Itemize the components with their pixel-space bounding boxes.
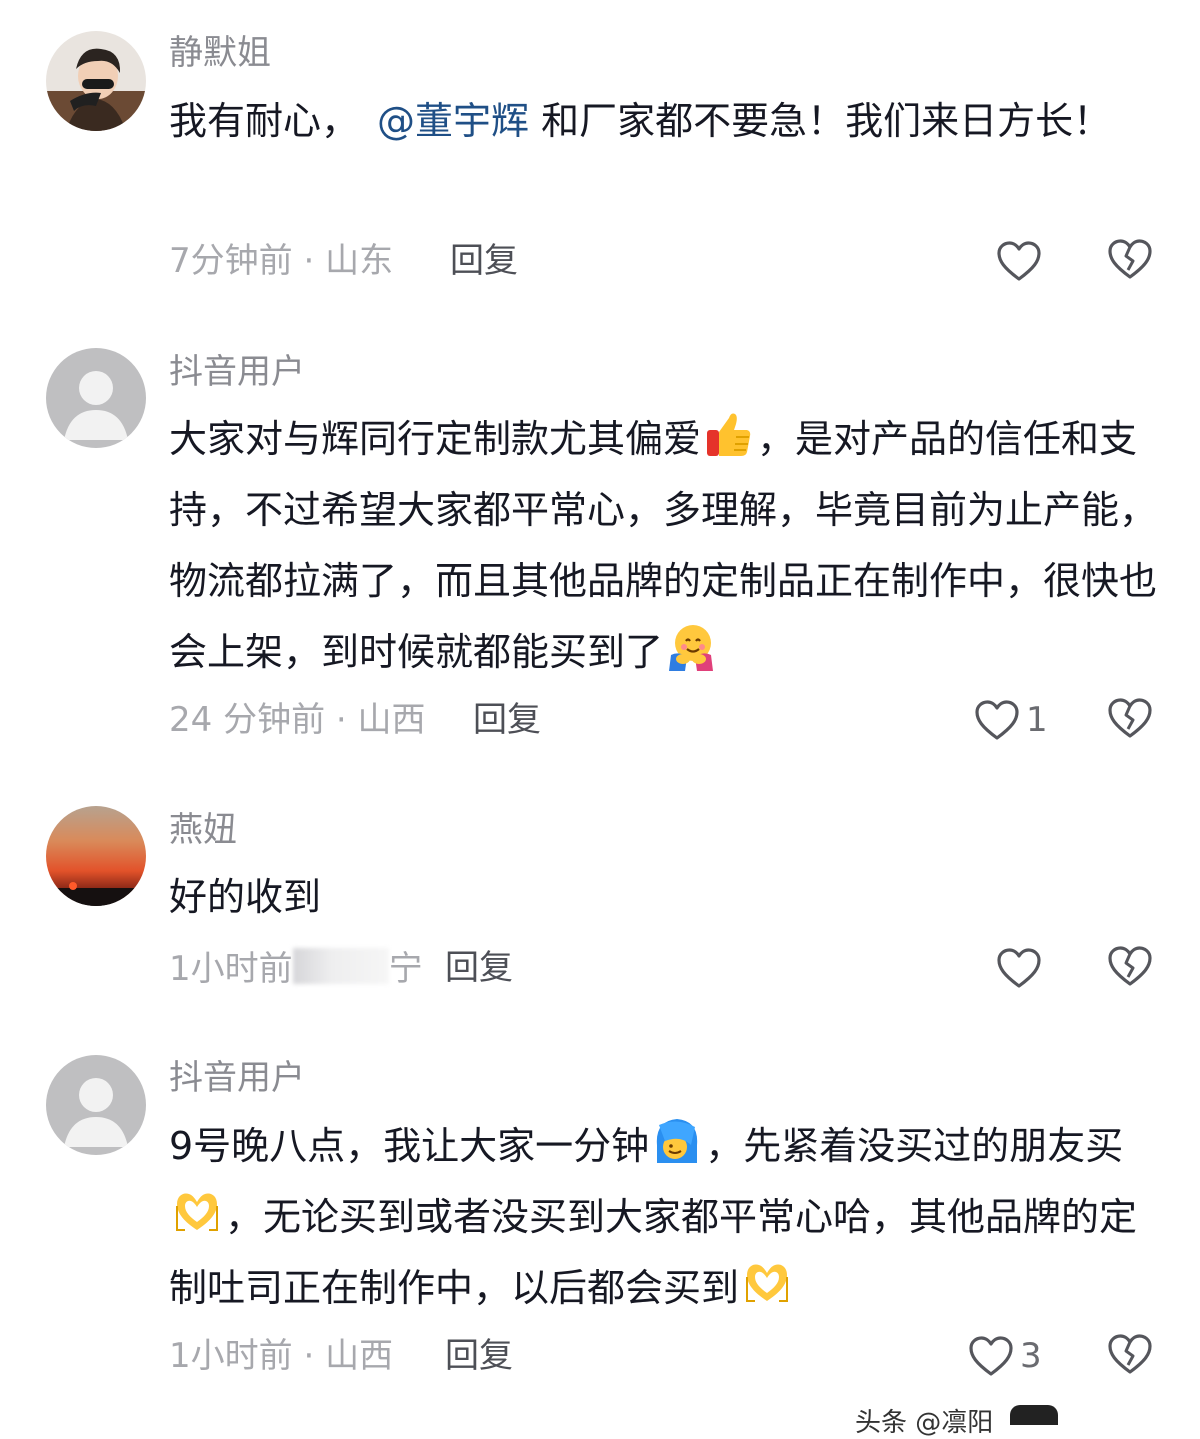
username[interactable]: 静默姐 <box>169 33 271 73</box>
comment-meta: 7分钟前 · 山东 <box>169 241 393 281</box>
like-button[interactable] <box>996 943 1042 993</box>
heart-outline-icon <box>996 947 1042 989</box>
location: 宁 <box>388 949 423 989</box>
reply-button[interactable]: 回复 <box>450 241 518 281</box>
dislike-button[interactable] <box>1107 1333 1153 1375</box>
comment-meta: 1小时前 · 山西 <box>169 1336 393 1376</box>
avatar[interactable] <box>46 348 146 448</box>
comment-meta: 24 分钟前 · 山西 <box>169 700 426 740</box>
hugging-face-emoji <box>665 621 717 673</box>
avatar[interactable] <box>46 1055 146 1155</box>
thumbs-up-emoji <box>703 408 755 460</box>
username[interactable]: 抖音用户 <box>169 1058 305 1098</box>
reply-button[interactable]: 回复 <box>473 700 541 740</box>
dislike-button[interactable] <box>1107 945 1153 987</box>
heart-hands-emoji <box>171 1186 223 1238</box>
location: 山西 <box>325 1336 394 1376</box>
comment-text: 大家对与辉同行定制款尤其偏爱 ，是对产品的信任和支持，不过希望大家都平常心，多理解… <box>169 404 1159 688</box>
broken-heart-icon <box>1107 1333 1153 1375</box>
comment-text-part: ，先紧着没买过的朋友买 <box>705 1124 1124 1168</box>
timestamp: 7分钟前 <box>169 241 293 281</box>
username[interactable]: 燕妞 <box>169 810 237 850</box>
meta-separator: · <box>335 700 347 740</box>
comment-text: 好的收到 <box>169 862 1159 933</box>
heart-hands-emoji <box>741 1257 793 1309</box>
watermark: 头条 @凛阳 <box>855 1408 994 1438</box>
comment-text-part: ，无论买到或者没买到大家都平常心哈，其他品牌的定制吐司正在制作中，以后都会买到 <box>169 1195 1138 1310</box>
like-count: 1 <box>1026 700 1048 740</box>
like-button[interactable]: 3 <box>968 1331 1042 1381</box>
location: 山东 <box>325 241 394 281</box>
mention-link[interactable]: @董宇辉 <box>377 99 529 143</box>
like-button[interactable]: 1 <box>974 695 1048 745</box>
comment-text-part: 大家对与辉同行定制款尤其偏爱 <box>169 417 702 461</box>
dislike-button[interactable] <box>1107 238 1153 280</box>
like-button[interactable] <box>996 236 1042 286</box>
comment-text: 我有耐心， @董宇辉 和厂家都不要急！我们来日方长！ <box>169 86 1159 157</box>
avatar[interactable] <box>46 806 146 906</box>
heart-outline-icon <box>974 699 1020 741</box>
comment-text-part: 好的收到 <box>169 875 322 919</box>
timestamp: 24 分钟前 <box>169 700 326 740</box>
watermark-badge <box>1010 1405 1058 1425</box>
comment-text-part: 我有耐心， <box>169 99 360 143</box>
broken-heart-icon <box>1107 238 1153 280</box>
location: 山西 <box>357 700 426 740</box>
reply-button[interactable]: 回复 <box>445 1336 513 1376</box>
avatar[interactable] <box>46 31 146 131</box>
meta-separator: · <box>303 241 315 281</box>
comment-text-part: 9号晚八点，我让大家一分钟 <box>169 1124 650 1168</box>
username[interactable]: 抖音用户 <box>169 352 305 392</box>
timestamp: 1小时前 <box>169 949 293 989</box>
meta-separator: · <box>303 1336 315 1376</box>
dislike-button[interactable] <box>1107 697 1153 739</box>
like-count: 3 <box>1020 1336 1042 1376</box>
comment-text-part: 和厂家都不要急！我们来日方长！ <box>529 99 1112 143</box>
heart-outline-icon <box>968 1335 1014 1377</box>
heart-outline-icon <box>996 240 1042 282</box>
timestamp: 1小时前 <box>169 1336 293 1376</box>
reply-button[interactable]: 回复 <box>445 948 513 988</box>
face-behind-hair-emoji <box>651 1115 703 1167</box>
broken-heart-icon <box>1107 697 1153 739</box>
blurred-region <box>292 948 389 984</box>
comment-meta: 1小时前 宁 <box>169 948 423 989</box>
broken-heart-icon <box>1107 945 1153 987</box>
comment-text: 9号晚八点，我让大家一分钟 ，先紧着没买过的朋友买 ，无论买到或者没买到大家都平常心… <box>169 1111 1159 1324</box>
